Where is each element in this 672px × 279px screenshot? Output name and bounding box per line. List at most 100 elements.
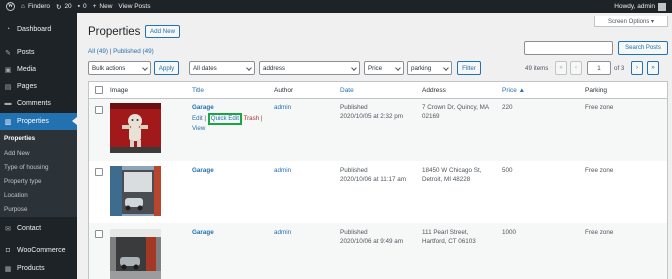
author-link[interactable]: admin — [274, 166, 291, 175]
view-posts-label[interactable]: View Posts — [118, 3, 150, 10]
pin-icon: ✎ — [5, 49, 11, 57]
add-new-button[interactable]: Add New — [145, 25, 181, 38]
dates-select[interactable]: All dates — [189, 61, 255, 75]
action-separator: | — [260, 115, 263, 122]
column-date[interactable]: Date — [340, 87, 354, 94]
site-name-menu[interactable]: ⌂ Findero — [21, 3, 50, 10]
date-value: 2020/10/06 at 9:49 am — [340, 238, 404, 245]
submenu-item-type-of-housing[interactable]: Type of housing — [4, 164, 48, 171]
media-icon: ▣ — [4, 66, 12, 74]
row-checkbox[interactable] — [95, 168, 103, 176]
author-link[interactable]: admin — [274, 103, 291, 112]
row-checkbox[interactable] — [95, 106, 103, 114]
sidebar-item-comments[interactable]: ▬ Comments — [0, 95, 77, 112]
total-pages: of 3 — [614, 65, 625, 72]
price-value: Price — [368, 64, 383, 72]
next-page-button[interactable]: › — [631, 61, 643, 75]
submenu-item-property-type[interactable]: Property type — [4, 178, 41, 185]
property-title-link[interactable]: Garage — [192, 228, 214, 237]
sidebar-item-label: Contact — [17, 225, 42, 232]
sidebar-item-woocommerce[interactable]: ◘ WooCommerce — [0, 242, 77, 259]
woo-icon: ◘ — [5, 247, 11, 254]
parking-select[interactable]: parking — [407, 61, 452, 75]
search-input[interactable] — [524, 41, 613, 55]
updates-count[interactable]: 20 — [64, 3, 71, 10]
mail-icon: ✉ — [5, 225, 11, 233]
property-thumbnail[interactable] — [110, 103, 161, 153]
sidebar-item-label: WooCommerce — [17, 247, 66, 254]
site-name[interactable]: Findero — [28, 3, 50, 10]
admin-bar: W ⌂ Findero ↻ 20 ▪ 0 + New View Posts Ho… — [0, 0, 672, 13]
table-row: Garage admin Published 2020/10/06 at 9:4… — [89, 223, 667, 279]
view-link[interactable]: View — [192, 125, 205, 132]
page-title: Properties — [88, 26, 141, 38]
submenu-item-properties[interactable]: Properties — [4, 135, 35, 142]
comments-count[interactable]: 0 — [83, 3, 87, 10]
view-posts-link[interactable]: View Posts — [118, 3, 150, 10]
property-thumbnail[interactable] — [110, 166, 161, 216]
address-value: address — [263, 64, 286, 72]
property-title-link[interactable]: Garage — [192, 166, 214, 175]
property-thumbnail[interactable] — [110, 229, 161, 279]
new-content-menu[interactable]: + New — [93, 3, 113, 10]
chevron-down-icon — [395, 65, 401, 71]
sidebar-item-label: Posts — [17, 49, 35, 56]
address-line-1: 111 Pearl Street, — [422, 229, 469, 236]
sidebar-item-pages[interactable]: ▤ Pages — [0, 78, 77, 95]
row-checkbox[interactable] — [95, 230, 103, 238]
sidebar-item-properties[interactable]: ▥ Properties — [0, 113, 77, 130]
comments-menu[interactable]: ▪ 0 — [78, 3, 87, 10]
table-row: Garage Edit | Quick Edit Trash | View ad… — [89, 99, 667, 161]
submenu-item-add-new[interactable]: Add New — [4, 150, 30, 157]
edit-link[interactable]: Edit — [192, 115, 203, 122]
filter-published-link[interactable]: Published (49) — [113, 48, 154, 55]
first-page-button[interactable]: « — [555, 61, 567, 75]
properties-submenu: Properties Add New Type of housing Prope… — [0, 130, 77, 217]
updates-icon: ↻ — [55, 3, 62, 11]
submenu-item-purpose[interactable]: Purpose — [4, 206, 27, 213]
price-select[interactable]: Price — [364, 61, 404, 75]
new-label[interactable]: New — [99, 3, 112, 10]
column-image: Image — [110, 87, 129, 94]
products-icon: ▦ — [4, 265, 12, 273]
filter-button[interactable]: Filter — [457, 61, 481, 75]
price-value: 1000 — [502, 229, 517, 236]
wordpress-logo-icon[interactable]: W — [6, 2, 15, 11]
submenu-item-location[interactable]: Location — [4, 192, 28, 199]
select-all-checkbox[interactable] — [95, 86, 103, 94]
column-price[interactable]: Price ▲ — [502, 87, 525, 94]
sidebar-item-label: Properties — [17, 118, 49, 125]
howdy-text[interactable]: Howdy, admin — [614, 3, 655, 10]
sidebar-item-products[interactable]: ▦ Products — [0, 260, 77, 277]
updates-menu[interactable]: ↻ 20 — [56, 3, 72, 11]
parking-value: Free zone — [585, 104, 614, 111]
account-menu[interactable]: Howdy, admin — [614, 0, 666, 13]
plus-icon: + — [92, 3, 97, 10]
column-parking: Parking — [585, 87, 608, 94]
avatar[interactable] — [658, 2, 666, 11]
sidebar-item-label: Pages — [17, 83, 37, 90]
address-select[interactable]: address — [259, 61, 360, 75]
column-title[interactable]: Title — [192, 87, 204, 94]
sidebar-item-contact[interactable]: ✉ Contact — [0, 220, 77, 237]
search-posts-button[interactable]: Search Posts — [618, 41, 668, 55]
current-page-input[interactable]: 1 — [587, 61, 611, 75]
date-status: Published — [340, 229, 368, 236]
author-link[interactable]: admin — [274, 228, 291, 237]
filter-all-link[interactable]: All (49) — [88, 48, 108, 55]
apply-button[interactable]: Apply — [154, 61, 179, 75]
parking-value: Free zone — [585, 229, 614, 236]
prev-page-button[interactable]: ‹ — [570, 61, 582, 75]
sidebar-item-media[interactable]: ▣ Media — [0, 61, 77, 78]
sidebar-item-posts[interactable]: ✎ Posts — [0, 44, 77, 61]
sidebar-item-dashboard[interactable]: ◔ Dashboard — [0, 21, 77, 38]
wp-logo-menu[interactable]: W — [6, 2, 15, 11]
last-page-button[interactable]: » — [647, 61, 659, 75]
trash-link[interactable]: Trash — [244, 115, 260, 122]
date-value: 2020/10/05 at 2:32 pm — [340, 113, 404, 120]
action-separator: | — [204, 115, 207, 122]
bulk-actions-select[interactable]: Bulk actions — [88, 61, 151, 75]
property-title-link[interactable]: Garage — [192, 103, 214, 112]
screen-options-button[interactable]: Screen Options ▾ — [594, 16, 668, 27]
quick-edit-link[interactable]: Quick Edit — [207, 113, 242, 125]
